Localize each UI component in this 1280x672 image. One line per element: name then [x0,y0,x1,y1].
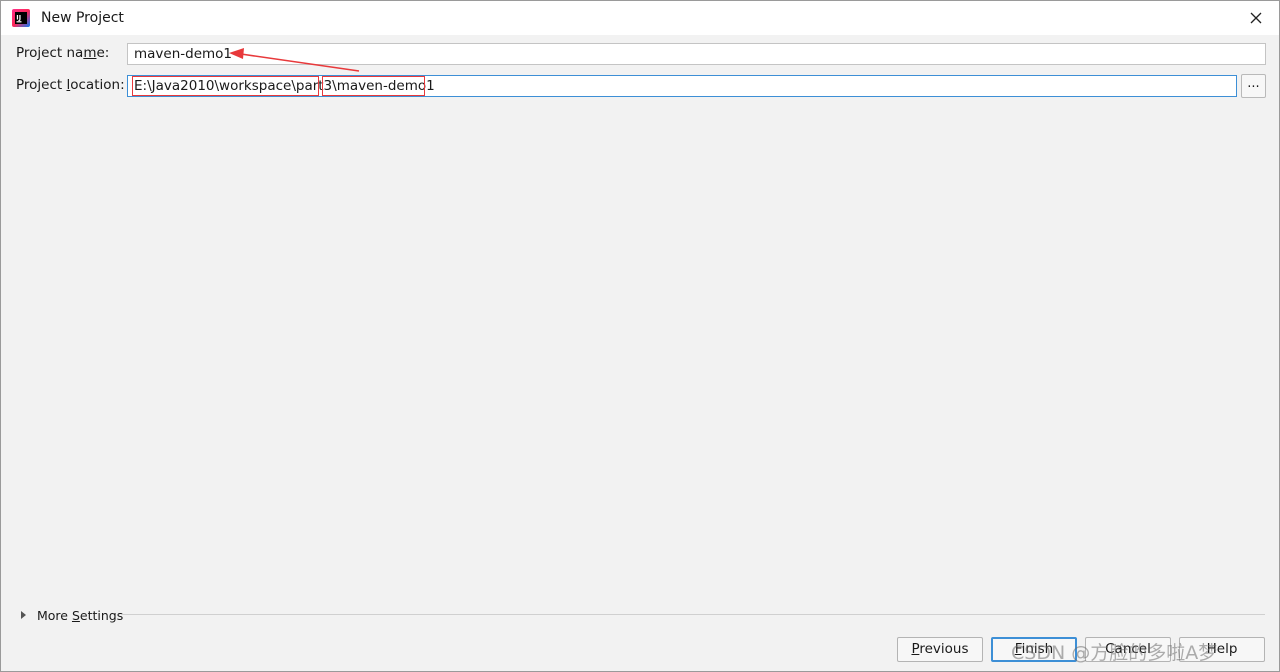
help-button[interactable]: Help [1179,637,1265,662]
project-name-input[interactable]: maven-demo1 [127,43,1266,65]
triangle-right-icon [21,611,26,619]
cancel-button[interactable]: Cancel [1085,637,1171,662]
new-project-dialog: IJ New Project Project name: maven-demo1… [0,0,1280,672]
project-location-label: Project location: [16,77,125,93]
title-bar: IJ New Project [1,1,1279,35]
project-location-input[interactable]: E:\Java2010\workspace\part3\maven-demo1 [127,75,1237,97]
intellij-idea-icon: IJ [12,9,30,27]
finish-button[interactable]: Finish [991,637,1077,662]
more-settings-toggle[interactable]: More Settings [21,606,123,624]
project-location-value: E:\Java2010\workspace\part3\maven-demo1 [134,78,435,94]
close-button[interactable] [1239,3,1273,33]
project-name-label: Project name: [16,45,110,61]
previous-button[interactable]: Previous [897,637,983,662]
svg-text:IJ: IJ [16,14,21,22]
close-icon [1250,12,1262,24]
project-name-value: maven-demo1 [134,46,233,62]
more-settings-label: More Settings [37,607,124,623]
browse-button[interactable]: ... [1241,74,1266,98]
dialog-title: New Project [41,10,124,26]
more-settings-separator [121,614,1265,615]
